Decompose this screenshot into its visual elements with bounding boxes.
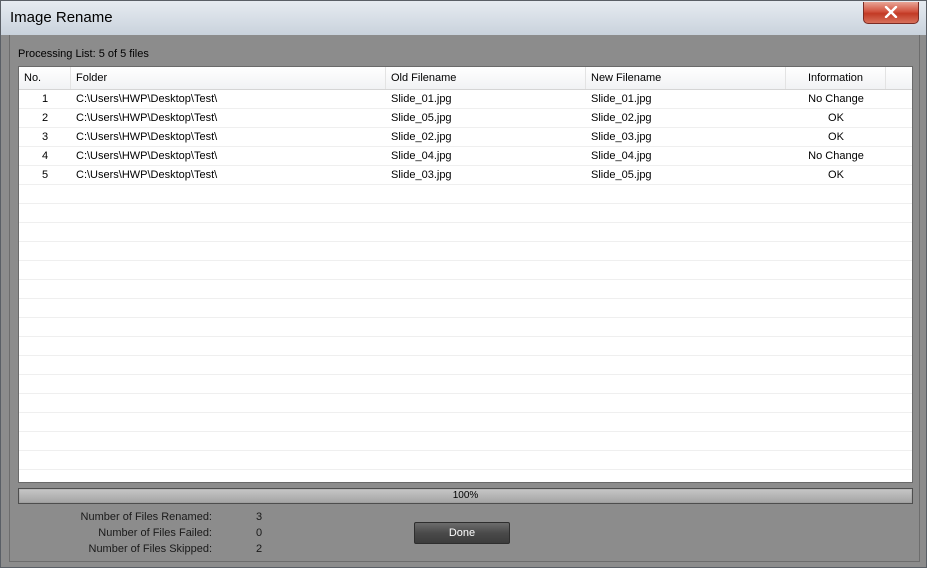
cell-information: OK [828,131,844,143]
empty-table-row [19,451,912,470]
done-button[interactable]: Done [414,522,510,544]
close-button[interactable] [863,2,919,24]
cell-folder: C:\Users\HWP\Desktop\Test\ [76,112,218,124]
table-row[interactable]: 4 C:\Users\HWP\Desktop\Test\ Slide_04.jpg S… [19,147,912,166]
table-row[interactable]: 2 C:\Users\HWP\Desktop\Test\ Slide_05.jpg S… [19,109,912,128]
empty-table-row [19,356,912,375]
cell-new-filename: Slide_04.jpg [591,150,652,162]
column-header-old-filename[interactable]: Old Filename [386,67,586,89]
table-row[interactable]: 1 C:\Users\HWP\Desktop\Test\ Slide_01.jpg S… [19,90,912,109]
progress-bar: 100% [18,488,913,504]
cell-old-filename: Slide_01.jpg [391,93,452,105]
empty-table-row [19,432,912,451]
cell-information: No Change [808,93,864,105]
cell-no: 4 [41,150,49,162]
cell-new-filename: Slide_02.jpg [591,112,652,124]
cell-information: No Change [808,150,864,162]
empty-table-row [19,318,912,337]
files-skipped-value: 2 [256,543,263,555]
column-header-no[interactable]: No. [19,67,71,89]
files-skipped-label: Number of Files Skipped: [88,543,213,555]
table-row[interactable]: 5 C:\Users\HWP\Desktop\Test\ Slide_03.jpg S… [19,166,912,185]
title-bar[interactable]: Image Rename [1,1,926,35]
cell-folder: C:\Users\HWP\Desktop\Test\ [76,131,218,143]
cell-information: OK [828,169,844,181]
cell-information: OK [828,112,844,124]
cell-folder: C:\Users\HWP\Desktop\Test\ [76,93,218,105]
dialog-body: Processing List: 5 of 5 files No. Folder… [9,35,920,562]
empty-table-row [19,337,912,356]
column-header-filler [886,67,912,89]
cell-new-filename: Slide_01.jpg [591,93,652,105]
cell-new-filename: Slide_05.jpg [591,169,652,181]
empty-table-row [19,242,912,261]
empty-table-row [19,375,912,394]
cell-folder: C:\Users\HWP\Desktop\Test\ [76,150,218,162]
empty-table-row [19,280,912,299]
cell-old-filename: Slide_02.jpg [391,131,452,143]
files-failed-value: 0 [256,527,263,539]
cell-new-filename: Slide_03.jpg [591,131,652,143]
empty-table-row [19,223,912,242]
image-rename-dialog: Image Rename Processing List: 5 of 5 fil… [0,0,927,568]
cell-old-filename: Slide_03.jpg [391,169,452,181]
progress-text: 100% [452,490,479,501]
files-renamed-value: 3 [256,511,263,523]
files-renamed-label: Number of Files Renamed: [80,511,212,523]
empty-table-row [19,261,912,280]
cell-old-filename: Slide_05.jpg [391,112,452,124]
empty-table-row [19,204,912,223]
cell-no: 2 [41,112,49,124]
cell-old-filename: Slide_04.jpg [391,150,452,162]
cell-folder: C:\Users\HWP\Desktop\Test\ [76,169,218,181]
column-header-information[interactable]: Information [786,67,886,89]
processing-list-label: Processing List: 5 of 5 files [18,48,149,60]
cell-no: 5 [41,169,49,181]
close-icon [884,6,898,18]
cell-no: 1 [41,93,49,105]
empty-table-row [19,185,912,204]
column-header-folder[interactable]: Folder [71,67,386,89]
empty-table-row [19,394,912,413]
file-list-table[interactable]: No. Folder Old Filename New Filename Inf… [18,66,913,483]
table-row[interactable]: 3 C:\Users\HWP\Desktop\Test\ Slide_02.jpg S… [19,128,912,147]
cell-no: 3 [41,131,49,143]
column-header-new-filename[interactable]: New Filename [586,67,786,89]
window-title: Image Rename [10,9,113,26]
empty-table-row [19,413,912,432]
files-failed-label: Number of Files Failed: [98,527,212,539]
empty-table-row [19,299,912,318]
table-header: No. Folder Old Filename New Filename Inf… [19,67,912,90]
